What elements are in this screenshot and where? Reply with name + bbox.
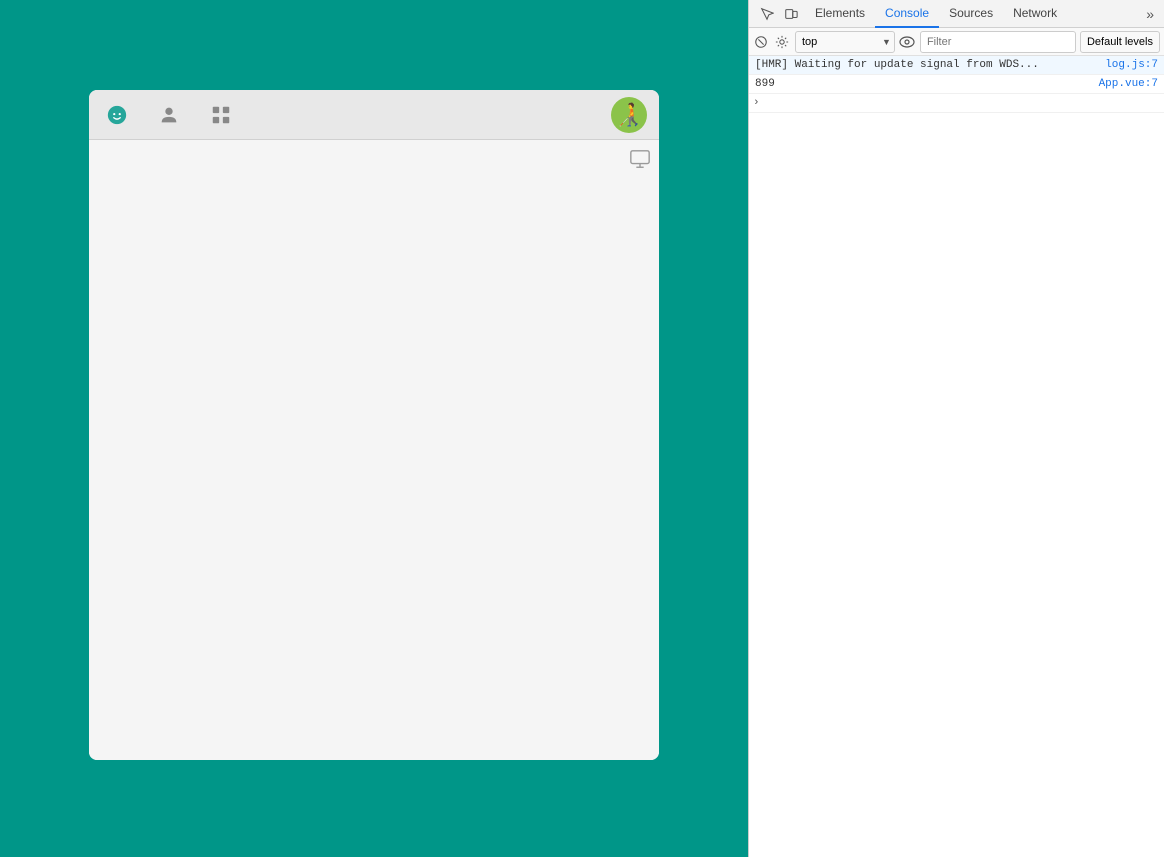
profile-icon[interactable] [153, 99, 185, 131]
expand-arrow-icon[interactable]: › [753, 97, 760, 109]
chat-header: 🧑‍🦯 [89, 90, 659, 140]
devtools-panel: Elements Console Sources Network » [748, 0, 1164, 857]
levels-button[interactable]: Default levels [1080, 31, 1160, 53]
devtools-toolbar: top ▼ Default levels [749, 28, 1164, 56]
console-source[interactable]: App.vue:7 [1091, 78, 1158, 90]
eye-icon[interactable] [899, 32, 916, 52]
console-settings-icon[interactable] [774, 32, 791, 52]
console-output: [HMR] Waiting for update signal from WDS… [749, 56, 1164, 857]
app-area: 🧑‍🦯 [0, 0, 748, 857]
console-message: [HMR] Waiting for update signal from WDS… [755, 59, 1097, 71]
grid-icon[interactable] [205, 99, 237, 131]
emoji-icon[interactable] [101, 99, 133, 131]
devtools-tab-bar: Elements Console Sources Network » [749, 0, 1164, 28]
chat-panel: 🧑‍🦯 [89, 90, 659, 760]
avatar[interactable]: 🧑‍🦯 [611, 97, 647, 133]
console-row: [HMR] Waiting for update signal from WDS… [749, 56, 1164, 75]
more-tabs-button[interactable]: » [1140, 6, 1160, 22]
console-row: 899 App.vue:7 [749, 75, 1164, 94]
chat-content-area [89, 140, 659, 760]
chat-toolbar [629, 148, 651, 173]
tab-sources[interactable]: Sources [939, 0, 1003, 28]
devtools-icons [753, 4, 805, 24]
clear-console-icon[interactable] [753, 32, 770, 52]
device-toggle-icon[interactable] [781, 4, 801, 24]
context-select-input[interactable]: top [795, 31, 895, 53]
filter-input[interactable] [920, 31, 1076, 53]
context-selector[interactable]: top ▼ [795, 31, 895, 53]
console-expand-row[interactable]: › [749, 94, 1164, 113]
tab-network[interactable]: Network [1003, 0, 1067, 28]
console-source[interactable]: log.js:7 [1097, 59, 1158, 71]
tab-console[interactable]: Console [875, 0, 939, 28]
tab-elements[interactable]: Elements [805, 0, 875, 28]
console-message: 899 [755, 78, 1091, 90]
monitor-icon[interactable] [629, 148, 651, 170]
inspect-icon[interactable] [757, 4, 777, 24]
